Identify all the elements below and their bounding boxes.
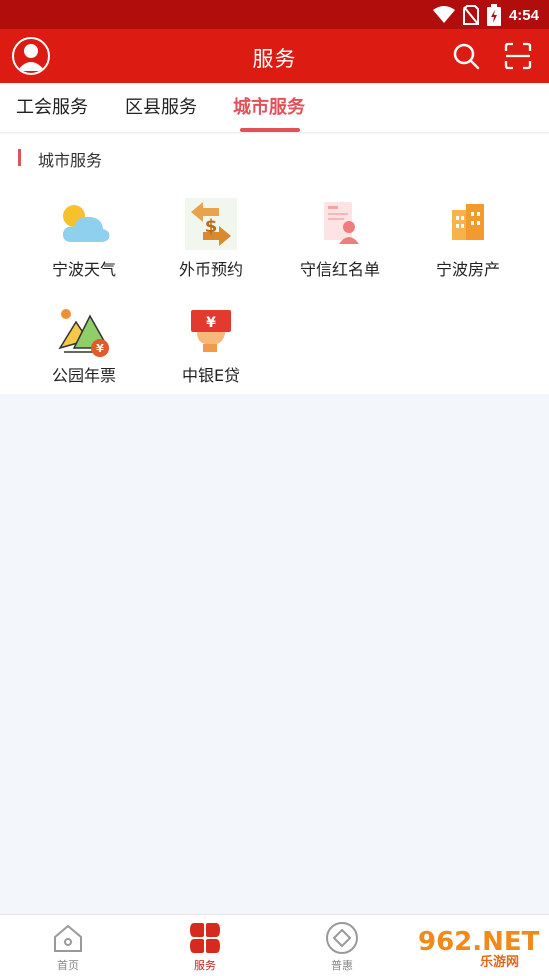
tab-district-services[interactable]: 区县服务 [125,93,197,119]
svg-text:$: $ [205,216,218,237]
credit-list-icon [324,202,359,244]
service-credit-list[interactable]: 守信红名单 [280,196,400,286]
nav-services[interactable]: 服务 [170,921,240,973]
status-bar: 4:54 [0,0,549,29]
search-icon[interactable] [452,42,480,70]
service-currency-booking[interactable]: $ 外币预约 [151,196,271,286]
nav-label: 普惠 [331,959,353,972]
section-marker [18,149,21,166]
nav-home[interactable]: 首页 [33,921,103,973]
active-tab-indicator [240,128,300,132]
watermark-main: 962.NET [418,927,540,957]
loan-icon: ¥ [191,310,231,352]
service-boc-e-loan[interactable]: ¥ 中银E贷 [151,302,271,392]
service-label: 守信红名单 [299,260,380,279]
wifi-icon [432,6,455,23]
service-label: 宁波房产 [435,260,500,279]
currency-exchange-icon: $ [185,198,237,250]
service-park-annual-ticket[interactable]: ¥ 公园年票 [24,302,144,392]
no-sim-icon [462,5,479,25]
battery-charging-icon [486,4,501,26]
tab-union-services[interactable]: 工会服务 [16,93,88,119]
diamond-circle-icon [326,922,358,954]
park-ticket-icon: ¥ [58,309,110,357]
service-label: 公园年票 [51,366,116,385]
services-flower-icon [190,923,220,953]
svg-text:¥: ¥ [96,342,104,355]
watermark-sub: 乐游网 [480,954,519,970]
app-header: 服务 [0,29,549,83]
svg-text:¥: ¥ [206,315,216,331]
service-ningbo-housing[interactable]: 宁波房产 [408,196,528,286]
site-watermark-logo: 962.NET 乐游网 [410,924,546,970]
service-label: 中银E贷 [181,366,241,385]
category-tabs: 工会服务 区县服务 城市服务 [0,83,549,133]
city-services-section: 城市服务 宁波天气 $ 外币预约 守信红名单 宁波房产 ¥ 公园年票 ¥ 中银E… [0,134,549,394]
scan-icon[interactable] [504,42,532,70]
service-ningbo-weather[interactable]: 宁波天气 [24,196,144,286]
buildings-icon [452,204,484,240]
nav-inclusive[interactable]: 普惠 [307,921,377,973]
status-time: 4:54 [508,6,539,24]
weather-icon [62,205,110,242]
nav-label: 服务 [194,959,216,972]
service-label: 宁波天气 [51,260,116,279]
section-title: 城市服务 [38,151,103,170]
service-label: 外币预约 [178,260,243,279]
home-icon [54,924,82,952]
nav-label: 首页 [57,959,79,972]
tab-city-services[interactable]: 城市服务 [233,93,305,119]
